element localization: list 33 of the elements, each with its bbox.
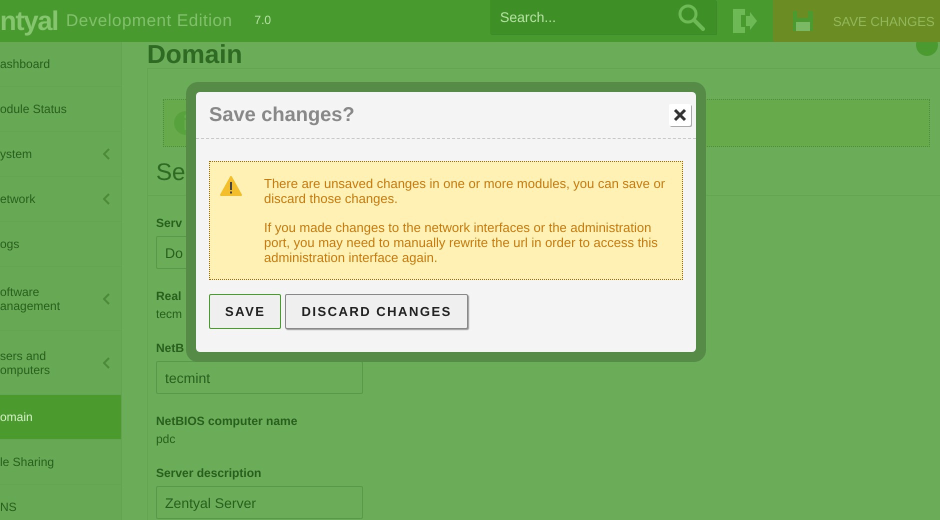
search-field[interactable]: Search...: [490, 0, 666, 34]
input-field[interactable]: Zentyal Server: [156, 486, 363, 519]
sidebar-item[interactable]: ashboard: [0, 42, 121, 87]
warning-message: If you made changes to the network interfaces or the administration port, you may need to manually rewrite the url in order to access this administration interface again.: [264, 220, 659, 265]
field-value: pdc: [156, 432, 176, 446]
field-label: Server description: [156, 466, 262, 480]
logout-icon[interactable]: [732, 9, 756, 33]
sidebar-item[interactable]: ogs: [0, 222, 121, 267]
dialog-title: Save changes?: [209, 104, 356, 126]
field-label: NetB: [156, 341, 184, 355]
field-value: tecm: [156, 307, 182, 321]
sidebar-item[interactable]: oftware anagement: [0, 267, 121, 331]
close-icon: [673, 108, 687, 122]
sidebar-item[interactable]: odule Status: [0, 87, 121, 132]
save-button[interactable]: SAVE: [209, 294, 282, 329]
field-label: Real: [156, 289, 182, 303]
edition-label: Development Edition: [66, 11, 232, 31]
logo-text: ntyal: [0, 6, 58, 36]
sidebar-item[interactable]: ystem: [0, 132, 121, 177]
sidebar-item[interactable]: omain: [0, 395, 121, 440]
field-label: NetBIOS computer name: [156, 414, 298, 428]
sidebar-item[interactable]: etwork: [0, 177, 121, 222]
sidebar-item[interactable]: NS: [0, 485, 121, 520]
version-label: 7.0: [254, 13, 272, 27]
save-changes-button[interactable]: SAVE CHANGES: [773, 0, 940, 42]
sidebar-item[interactable]: le Sharing: [0, 440, 121, 485]
page-title: Domain: [147, 42, 242, 68]
search-button[interactable]: [666, 0, 716, 34]
close-button[interactable]: [669, 104, 691, 126]
search-icon: [677, 3, 705, 31]
warning-icon: [220, 176, 242, 196]
field-label: Serv: [156, 216, 182, 230]
discard-button[interactable]: DISCARD CHANGES: [285, 294, 468, 329]
